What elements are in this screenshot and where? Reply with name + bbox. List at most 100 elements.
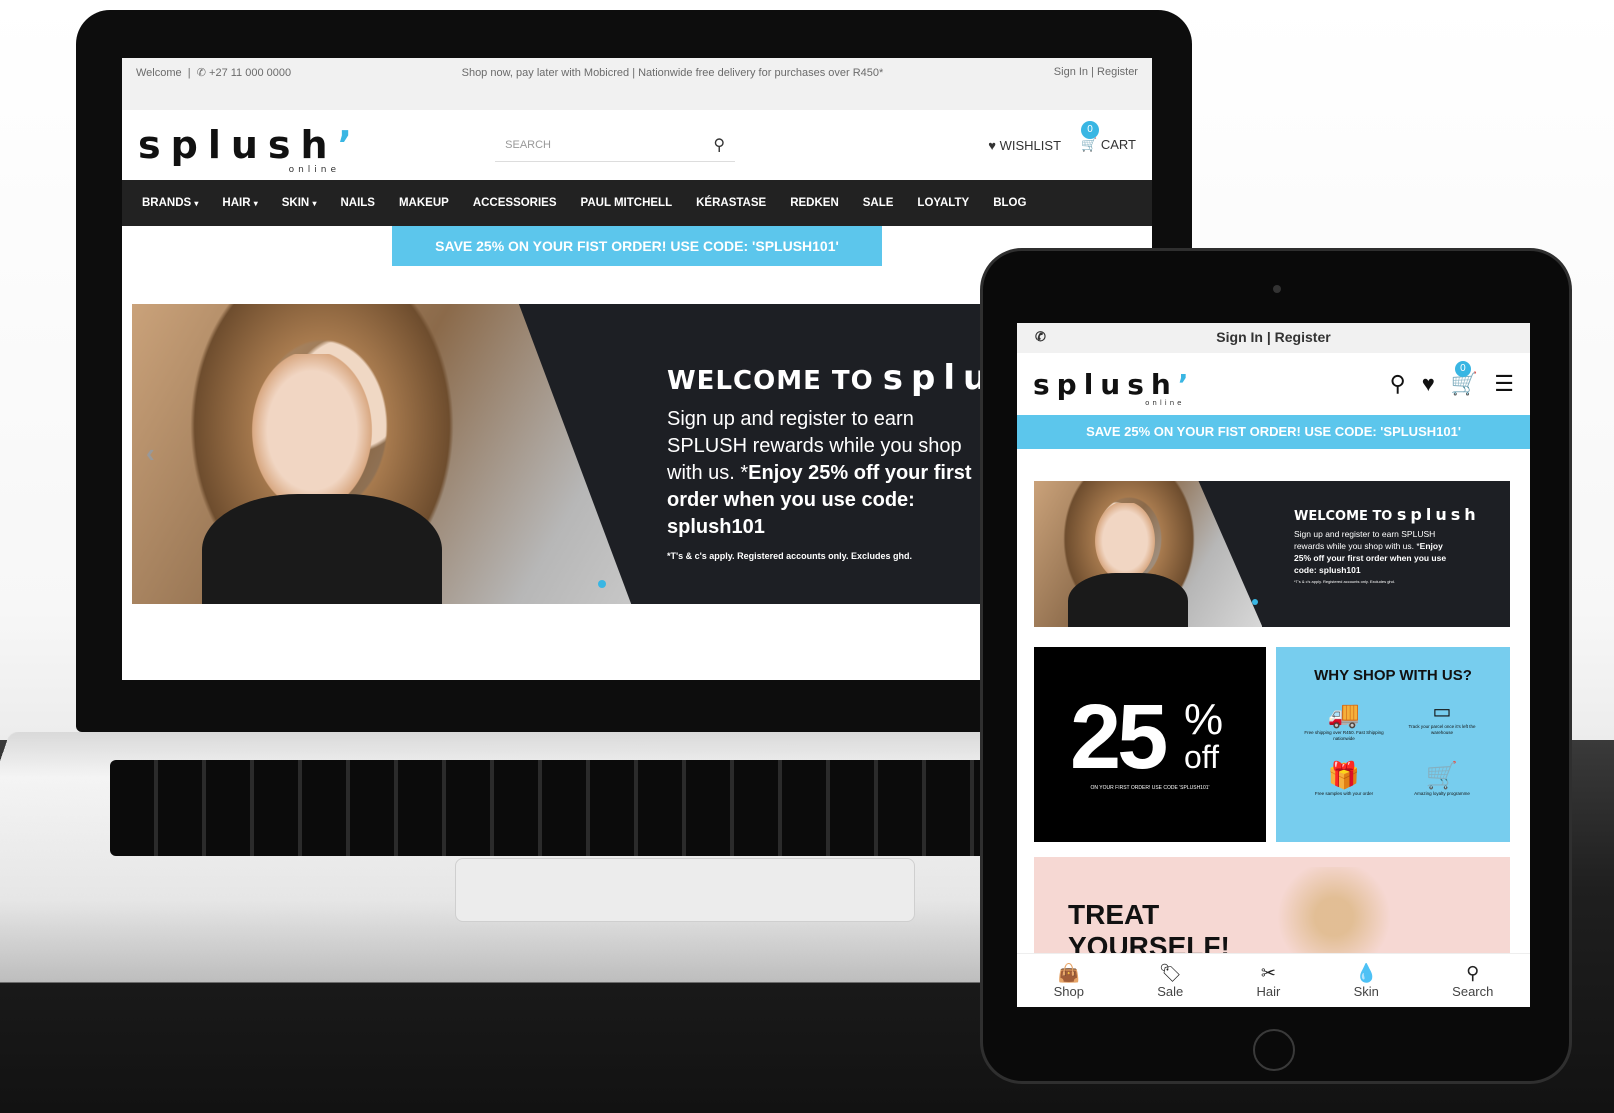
- track-parcel-icon: ▭: [1398, 699, 1486, 724]
- hero-model-photo: [1034, 481, 1262, 627]
- nav-kerastase[interactable]: KÉRASTASE: [696, 197, 766, 209]
- scissors-icon: ✂: [1257, 963, 1281, 984]
- hero-welcome: WELCOME TO: [667, 366, 874, 396]
- why-shop-tile: WHY SHOP WITH US? 🚚 Free shipping over R4…: [1276, 647, 1510, 842]
- promo-banner[interactable]: SAVE 25% ON YOUR FIST ORDER! USE CODE: '…: [1017, 415, 1530, 449]
- discount-amount: 25: [1070, 685, 1164, 790]
- slider-dot[interactable]: [1252, 599, 1258, 605]
- search-icon[interactable]: ⚲: [713, 135, 725, 155]
- logo-text: splush: [1033, 368, 1178, 401]
- search-icon: ⚲: [1452, 963, 1493, 984]
- slider-dot[interactable]: [598, 580, 606, 588]
- hero-fine-print: *T's & c's apply. Registered accounts on…: [667, 551, 987, 561]
- tablet-topbar: ✆ Sign In | Register: [1017, 323, 1530, 353]
- header-actions: ♥ WISHLIST 0 🛒 CART: [988, 137, 1136, 153]
- shopping-bag-icon: 👜: [1054, 963, 1084, 984]
- welcome-text: Welcome: [136, 67, 182, 79]
- logo-tick-icon: ’: [338, 123, 352, 167]
- chevron-left-icon[interactable]: ‹: [146, 438, 155, 469]
- chevron-down-icon: ▾: [194, 199, 198, 208]
- why-shop-grid: 🚚 Free shipping over R450. Fast Shipping …: [1300, 699, 1486, 797]
- discount-caption: ON YOUR FIRST ORDER! USE CODE 'SPLUSH101…: [1034, 785, 1266, 791]
- sign-in-register-link[interactable]: Sign In | Register: [1017, 329, 1530, 345]
- why-item: ▭ Track your parcel once it's left the wa…: [1398, 699, 1486, 742]
- phone-number[interactable]: +27 11 000 0000: [209, 67, 291, 79]
- splush-logo[interactable]: splush’ online: [138, 123, 352, 167]
- cart-label: CART: [1101, 137, 1136, 152]
- logo-subtext: online: [1145, 399, 1184, 407]
- logo-text: splush: [138, 123, 338, 167]
- bottom-nav-skin[interactable]: 💧 Skin: [1354, 963, 1379, 999]
- hero-welcome: WELCOME TO: [1294, 509, 1392, 524]
- gift-icon: 🎁: [1300, 760, 1388, 791]
- bottom-nav-shop[interactable]: 👜 Shop: [1054, 963, 1084, 999]
- phone-icon: ✆: [197, 67, 206, 79]
- tablet-device: ✆ Sign In | Register splush’ online ⚲ ♥ …: [980, 248, 1572, 1084]
- hero-text: WELCOME TO splush Sign up and register t…: [1294, 505, 1454, 584]
- chevron-down-icon: ▾: [312, 199, 316, 208]
- bottom-nav-search[interactable]: ⚲ Search: [1452, 963, 1493, 999]
- laptop-header: splush’ online SEARCH ⚲ ♥ WISHLIST 0 🛒 C…: [122, 110, 1152, 180]
- cart-link[interactable]: 0 🛒 CART: [1081, 137, 1136, 153]
- discount-tile[interactable]: 25 % off ON YOUR FIRST ORDER! USE CODE '…: [1034, 647, 1266, 842]
- bottom-nav-sale[interactable]: 🏷 Sale: [1157, 963, 1183, 999]
- hero-text: WELCOME TO splush Sign up and register t…: [667, 358, 987, 561]
- nav-loyalty[interactable]: LOYALTY: [917, 197, 969, 209]
- why-item: 🚚 Free shipping over R450. Fast Shipping …: [1300, 699, 1388, 742]
- cart-link[interactable]: 0 🛒: [1451, 371, 1478, 397]
- nav-hair[interactable]: HAIR ▾: [222, 197, 257, 209]
- shopping-cart-icon: 🛒: [1398, 760, 1486, 791]
- nav-brands[interactable]: BRANDS ▾: [142, 197, 198, 209]
- nav-redken[interactable]: REDKEN: [790, 197, 839, 209]
- logo-tick-icon: ’: [1178, 368, 1189, 401]
- hero-brand: splush: [1397, 505, 1480, 524]
- tablet-screen: ✆ Sign In | Register splush’ online ⚲ ♥ …: [1017, 323, 1530, 1007]
- topbar-message: Shop now, pay later with Mobicred | Nati…: [437, 66, 907, 102]
- nav-accessories[interactable]: ACCESSORIES: [473, 197, 557, 209]
- hero-body: Sign up and register to earn SPLUSH rewa…: [1294, 529, 1435, 551]
- tablet-header-icons: ⚲ ♥ 0 🛒 ☰: [1390, 371, 1514, 397]
- tablet-home-button[interactable]: [1253, 1029, 1295, 1071]
- sign-in-register-link[interactable]: Sign In | Register: [1054, 66, 1138, 102]
- hero-fine-print: *T's & c's apply. Registered accounts on…: [1294, 579, 1454, 584]
- wishlist-link[interactable]: ♥ WISHLIST: [988, 138, 1061, 153]
- cart-count-badge: 0: [1455, 361, 1471, 377]
- why-shop-title: WHY SHOP WITH US?: [1276, 667, 1510, 684]
- why-item: 🎁 Free samples with your order: [1300, 760, 1388, 797]
- hamburger-menu-icon[interactable]: ☰: [1494, 371, 1514, 397]
- basket-icon: 🛒: [1081, 137, 1097, 152]
- search-icon[interactable]: ⚲: [1390, 371, 1406, 397]
- logo-subtext: online: [289, 165, 340, 175]
- main-nav: BRANDS ▾ HAIR ▾ SKIN ▾ NAILS MAKEUP ACCE…: [122, 180, 1152, 226]
- laptop-topbar: Welcome | ✆ +27 11 000 0000 Shop now, pa…: [122, 58, 1152, 110]
- nav-blog[interactable]: BLOG: [993, 197, 1026, 209]
- hero-model-photo: [132, 304, 756, 604]
- laptop-trackpad: [455, 858, 915, 922]
- why-item: 🛒 Amazing loyalty programme: [1398, 760, 1486, 797]
- tag-icon: 🏷: [1157, 963, 1183, 984]
- nav-nails[interactable]: NAILS: [340, 197, 375, 209]
- search-placeholder: SEARCH: [505, 139, 551, 151]
- heart-icon[interactable]: ♥: [1422, 371, 1435, 397]
- nav-makeup[interactable]: MAKEUP: [399, 197, 449, 209]
- drop-icon: 💧: [1354, 963, 1379, 984]
- glitter-decoration: [1254, 867, 1414, 967]
- search-input[interactable]: SEARCH ⚲: [495, 128, 735, 162]
- promo-banner[interactable]: SAVE 25% ON YOUR FIST ORDER! USE CODE: '…: [392, 226, 882, 266]
- tablet-bottom-nav: 👜 Shop 🏷 Sale ✂ Hair 💧 Skin ⚲ Search: [1017, 953, 1530, 1007]
- cart-count-badge: 0: [1081, 121, 1099, 139]
- bottom-nav-hair[interactable]: ✂ Hair: [1257, 963, 1281, 999]
- tablet-header: splush’ online ⚲ ♥ 0 🛒 ☰: [1017, 353, 1530, 415]
- topbar-contact: Welcome | ✆ +27 11 000 0000: [136, 66, 291, 102]
- hero-slider[interactable]: WELCOME TO splush Sign up and register t…: [1034, 481, 1510, 627]
- tablet-camera: [1273, 285, 1281, 293]
- discount-off: off: [1184, 739, 1219, 776]
- nav-paul-mitchell[interactable]: PAUL MITCHELL: [581, 197, 673, 209]
- wishlist-label: WISHLIST: [1000, 138, 1061, 153]
- splush-logo[interactable]: splush’ online: [1033, 368, 1188, 401]
- truck-icon: 🚚: [1300, 699, 1388, 730]
- nav-skin[interactable]: SKIN ▾: [282, 197, 317, 209]
- heart-icon: ♥: [988, 138, 996, 153]
- device-scene: Welcome | ✆ +27 11 000 0000 Shop now, pa…: [0, 0, 1614, 1113]
- nav-sale[interactable]: SALE: [863, 197, 894, 209]
